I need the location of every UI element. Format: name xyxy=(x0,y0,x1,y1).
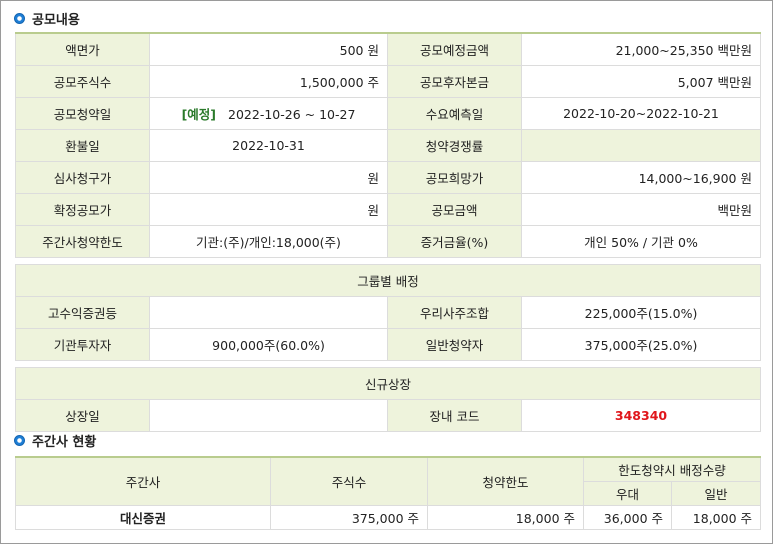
offering-section-title-text: 공모내용 xyxy=(32,12,80,28)
header-preferred: 우대 xyxy=(583,481,672,506)
group-allocation-title: 그룹별 배정 xyxy=(15,264,761,297)
underwriter-section-title-text: 주간사 현황 xyxy=(32,434,97,450)
value-final-price: 원 xyxy=(149,193,388,226)
table-row: 환불일 2022-10-31 청약경쟁률 xyxy=(15,129,761,162)
label-subscription-date: 공모청약일 xyxy=(15,97,150,130)
table-row: 대신증권 375,000 주 18,000 주 36,000 주 18,000 … xyxy=(15,505,762,530)
bullet-icon xyxy=(14,434,25,446)
value-demand-forecast-date: 2022-10-20~2022-10-21 xyxy=(521,97,761,130)
table-row: 상장일 장내 코드 348340 xyxy=(15,399,761,432)
value-refund-date: 2022-10-31 xyxy=(149,129,388,162)
spacer-row xyxy=(15,257,761,265)
scheduled-badge: [예정] xyxy=(181,107,217,122)
underwriter-section-title: 주간사 현황 xyxy=(14,430,96,450)
label-planned-amount: 공모예정금액 xyxy=(387,32,522,66)
value-offering-amount: 백만원 xyxy=(521,193,761,226)
table-row: 공모주식수 1,500,000 주 공모후자본금 5,007 백만원 xyxy=(15,65,761,98)
table-row: 심사청구가 원 공모희망가 14,000~16,900 원 xyxy=(15,161,761,194)
value-competition-rate xyxy=(521,129,761,162)
value-subscription-date: [예정] 2022-10-26 ~ 10-27 xyxy=(149,97,388,130)
label-institutional: 기관투자자 xyxy=(15,328,150,361)
value-desired-price: 14,000~16,900 원 xyxy=(521,161,761,194)
offering-section-title: 공모내용 xyxy=(14,8,80,28)
label-review-price: 심사청구가 xyxy=(15,161,150,194)
bullet-icon xyxy=(14,12,25,24)
label-share-count: 공모주식수 xyxy=(15,65,150,98)
value-stock-code: 348340 xyxy=(521,399,761,432)
label-general-subscriber: 일반청약자 xyxy=(387,328,522,361)
cell-underwriter-name: 대신증권 xyxy=(15,505,271,530)
value-listing-date xyxy=(149,399,388,432)
offering-table: 액면가 500 원 공모예정금액 21,000~25,350 백만원 공모주식수… xyxy=(15,32,761,432)
new-listing-title: 신규상장 xyxy=(15,367,761,400)
label-post-capital: 공모후자본금 xyxy=(387,65,522,98)
table-row: 공모청약일 [예정] 2022-10-26 ~ 10-27 수요예측일 2022-… xyxy=(15,97,761,130)
header-allocation-group: 한도청약시 배정수량 xyxy=(582,456,762,482)
value-high-yield xyxy=(149,296,388,329)
label-offering-amount: 공모금액 xyxy=(387,193,522,226)
label-listing-date: 상장일 xyxy=(15,399,150,432)
cell-preferred: 36,000 주 xyxy=(583,505,672,530)
label-competition-rate: 청약경쟁률 xyxy=(387,129,522,162)
underwriter-header-row: 주간사 주식수 청약한도 한도청약시 배정수량 xyxy=(15,456,762,506)
table-row: 고수익증권등 우리사주조합 225,000주(15.0%) xyxy=(15,296,761,329)
header-underwriter: 주간사 xyxy=(15,456,271,506)
value-institutional: 900,000주(60.0%) xyxy=(149,328,388,361)
value-review-price: 원 xyxy=(149,161,388,194)
table-row: 액면가 500 원 공모예정금액 21,000~25,350 백만원 xyxy=(15,32,761,66)
new-listing-header: 신규상장 xyxy=(15,367,761,400)
cell-general: 18,000 주 xyxy=(670,505,762,530)
label-employee-union: 우리사주조합 xyxy=(387,296,522,329)
header-general: 일반 xyxy=(670,481,762,506)
label-face-value: 액면가 xyxy=(15,32,150,66)
header-limit: 청약한도 xyxy=(427,456,584,506)
value-employee-union: 225,000주(15.0%) xyxy=(521,296,761,329)
underwriter-table: 주간사 주식수 청약한도 한도청약시 배정수량 우대 일반 대신증권 375,0… xyxy=(15,456,762,530)
label-margin-rate: 증거금율(%) xyxy=(387,225,522,258)
label-desired-price: 공모희망가 xyxy=(387,161,522,194)
subscription-date-text: 2022-10-26 ~ 10-27 xyxy=(228,107,356,122)
label-stock-code: 장내 코드 xyxy=(387,399,522,432)
table-row: 주간사청약한도 기관:(주)/개인:18,000(주) 증거금율(%) 개인 5… xyxy=(15,225,761,258)
value-margin-rate: 개인 50% / 기관 0% xyxy=(521,225,761,258)
label-demand-forecast-date: 수요예측일 xyxy=(387,97,522,130)
value-planned-amount: 21,000~25,350 백만원 xyxy=(521,32,761,66)
cell-limit: 18,000 주 xyxy=(427,505,584,530)
value-share-count: 1,500,000 주 xyxy=(149,65,388,98)
cell-shares: 375,000 주 xyxy=(270,505,428,530)
table-row: 기관투자자 900,000주(60.0%) 일반청약자 375,000주(25.… xyxy=(15,328,761,361)
label-high-yield: 고수익증권등 xyxy=(15,296,150,329)
group-allocation-header: 그룹별 배정 xyxy=(15,264,761,297)
value-subscription-limit: 기관:(주)/개인:18,000(주) xyxy=(149,225,388,258)
table-row: 확정공모가 원 공모금액 백만원 xyxy=(15,193,761,226)
value-face-value: 500 원 xyxy=(149,32,388,66)
spacer-row xyxy=(15,360,761,368)
value-general-subscriber: 375,000주(25.0%) xyxy=(521,328,761,361)
label-final-price: 확정공모가 xyxy=(15,193,150,226)
label-refund-date: 환불일 xyxy=(15,129,150,162)
value-post-capital: 5,007 백만원 xyxy=(521,65,761,98)
label-subscription-limit: 주간사청약한도 xyxy=(15,225,150,258)
header-shares: 주식수 xyxy=(270,456,428,506)
